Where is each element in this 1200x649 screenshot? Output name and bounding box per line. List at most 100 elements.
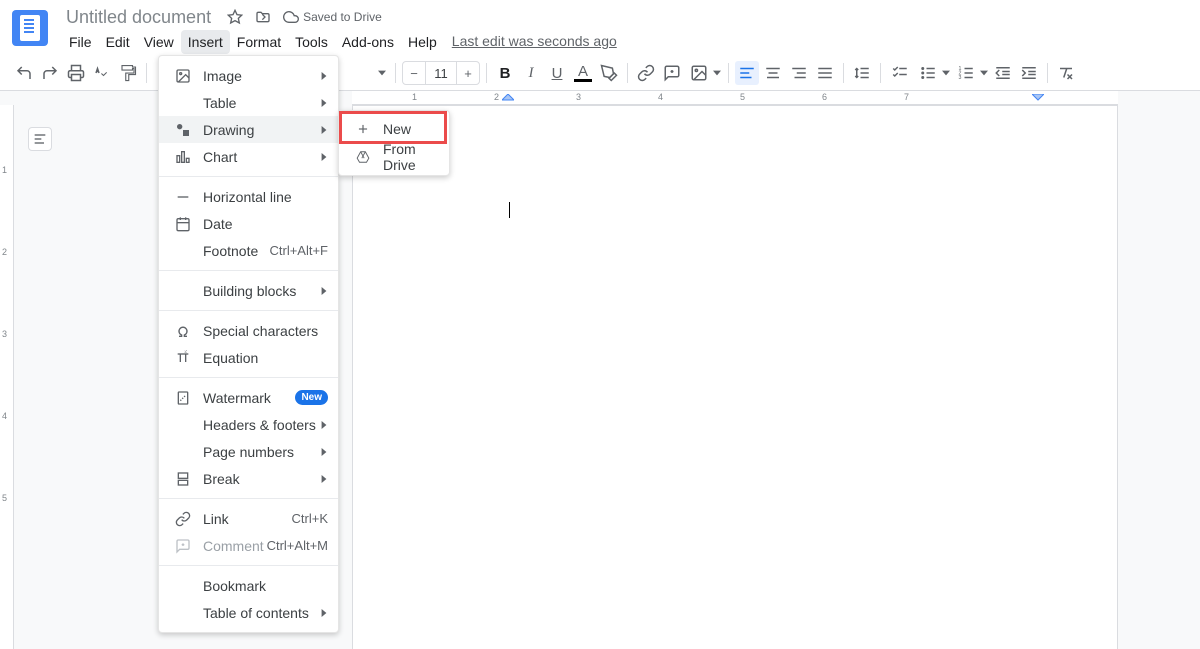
insert-link[interactable]: LinkCtrl+K [159, 505, 338, 532]
menu-edit[interactable]: Edit [99, 30, 137, 54]
insert-label: Chart [203, 149, 320, 165]
outline-button[interactable] [28, 127, 52, 151]
paint-format-button[interactable] [116, 61, 140, 85]
insert-label: Link [203, 511, 292, 527]
doc-title[interactable]: Untitled document [62, 6, 215, 29]
insert-label: Special characters [203, 323, 328, 339]
submenu-arrow-icon [320, 286, 328, 296]
insert-chart[interactable]: Chart [159, 143, 338, 170]
insert-label: Table [203, 95, 320, 111]
submenu-arrow-icon [320, 152, 328, 162]
insert-menu: Image Table Drawing Chart Horizontal lineDat… [158, 55, 339, 633]
drawing-from-drive[interactable]: From Drive [339, 143, 449, 171]
bold-button[interactable]: B [493, 61, 517, 85]
align-left-button[interactable] [735, 61, 759, 85]
clear-format-button[interactable] [1054, 61, 1078, 85]
italic-button[interactable]: I [519, 61, 543, 85]
insert-drawing[interactable]: Drawing [159, 116, 338, 143]
insert-page-numbers[interactable]: Page numbers [159, 438, 338, 465]
decrease-indent-button[interactable] [991, 61, 1015, 85]
insert-date[interactable]: Date [159, 210, 338, 237]
submenu-arrow-icon [320, 98, 328, 108]
drawing-submenu: NewFrom Drive [338, 110, 450, 176]
menu-add-ons[interactable]: Add-ons [335, 30, 401, 54]
submenu-arrow-icon [320, 608, 328, 618]
insert-headers-footers[interactable]: Headers & footers [159, 411, 338, 438]
insert-building-blocks[interactable]: Building blocks [159, 277, 338, 304]
menu-help[interactable]: Help [401, 30, 444, 54]
menu-tools[interactable]: Tools [288, 30, 335, 54]
insert-horizontal-line[interactable]: Horizontal line [159, 183, 338, 210]
submenu-arrow-icon [320, 71, 328, 81]
watermark-icon [173, 390, 193, 406]
shortcut-label: Ctrl+Alt+M [267, 538, 328, 553]
insert-footnote[interactable]: FootnoteCtrl+Alt+F [159, 237, 338, 264]
insert-watermark[interactable]: WatermarkNew [159, 384, 338, 411]
insert-table-of-contents[interactable]: Table of contents [159, 599, 338, 626]
omega-icon [173, 323, 193, 339]
submenu-arrow-icon [320, 474, 328, 484]
menu-view[interactable]: View [137, 30, 181, 54]
image-button[interactable] [686, 61, 722, 85]
bullet-list-button[interactable] [915, 61, 951, 85]
increase-indent-button[interactable] [1017, 61, 1041, 85]
link-button[interactable] [634, 61, 658, 85]
edit-status[interactable]: Last edit was seconds ago [452, 30, 617, 54]
drawing-label: From Drive [383, 141, 439, 173]
menu-insert[interactable]: Insert [181, 30, 230, 54]
numbered-list-button[interactable]: 123 [953, 61, 989, 85]
underline-button[interactable]: U [545, 61, 569, 85]
drive-icon [353, 150, 373, 164]
line-icon [173, 189, 193, 205]
chart-icon [173, 149, 193, 165]
font-size-control: − 11 + [402, 61, 480, 85]
insert-label: Page numbers [203, 444, 320, 460]
checklist-button[interactable] [887, 61, 913, 85]
highlight-button[interactable] [597, 61, 621, 85]
insert-label: Equation [203, 350, 328, 366]
font-size-increase[interactable]: + [457, 66, 479, 81]
align-center-button[interactable] [761, 61, 785, 85]
image-icon [173, 68, 193, 84]
insert-special-characters[interactable]: Special characters [159, 317, 338, 344]
styles-dropdown[interactable] [375, 61, 389, 85]
comment-button[interactable] [660, 61, 684, 85]
insert-label: Image [203, 68, 320, 84]
insert-label: Footnote [203, 243, 269, 259]
comment-icon [173, 538, 193, 554]
redo-button[interactable] [38, 61, 62, 85]
drawing-new[interactable]: New [339, 115, 449, 143]
menu-file[interactable]: File [62, 30, 99, 54]
insert-break[interactable]: Break [159, 465, 338, 492]
star-icon[interactable] [227, 9, 243, 25]
insert-image[interactable]: Image [159, 62, 338, 89]
spellcheck-button[interactable] [90, 61, 114, 85]
insert-label: Bookmark [203, 578, 328, 594]
insert-label: Watermark [203, 390, 295, 406]
undo-button[interactable] [12, 61, 36, 85]
insert-equation[interactable]: 2Equation [159, 344, 338, 371]
vertical-ruler[interactable]: 12345 [0, 105, 14, 649]
insert-label: Drawing [203, 122, 320, 138]
font-size-value[interactable]: 11 [425, 62, 457, 84]
align-right-button[interactable] [787, 61, 811, 85]
line-spacing-button[interactable] [850, 61, 874, 85]
insert-bookmark[interactable]: Bookmark [159, 572, 338, 599]
document-page[interactable] [352, 105, 1118, 649]
print-button[interactable] [64, 61, 88, 85]
horizontal-ruler[interactable]: 1234567 [352, 91, 1118, 105]
align-justify-button[interactable] [813, 61, 837, 85]
text-color-button[interactable]: A [571, 61, 595, 85]
submenu-arrow-icon [320, 447, 328, 457]
font-size-decrease[interactable]: − [403, 66, 425, 81]
new-badge: New [295, 390, 328, 405]
insert-table[interactable]: Table [159, 89, 338, 116]
move-icon[interactable] [255, 9, 271, 25]
docs-logo[interactable] [8, 6, 52, 46]
menubar: FileEditViewInsertFormatToolsAdd-onsHelp… [62, 30, 617, 54]
menu-format[interactable]: Format [230, 30, 288, 54]
plus-icon [353, 122, 373, 136]
text-cursor [509, 202, 510, 218]
date-icon [173, 216, 193, 232]
svg-text:3: 3 [959, 75, 962, 81]
